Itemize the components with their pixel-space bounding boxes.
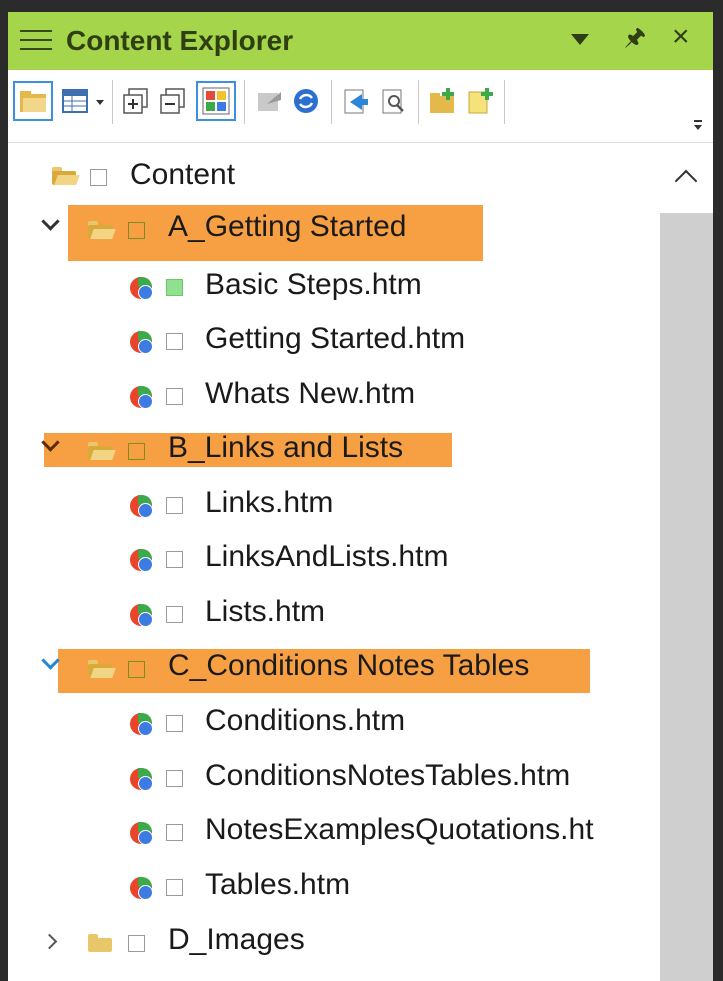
tree-label: NotesExamplesQuotations.ht (205, 813, 594, 846)
topic-file-icon (130, 713, 153, 736)
vertical-scrollbar[interactable] (660, 143, 713, 981)
disabled-arrow-icon[interactable] (255, 86, 285, 116)
find-icon[interactable] (378, 86, 408, 116)
tree-label: Lists.htm (205, 595, 326, 628)
color-grid-icon[interactable] (196, 81, 236, 121)
tree-file[interactable]: Whats New.htm (8, 376, 658, 426)
toolbar-separator (418, 80, 419, 124)
open-folder-icon (88, 221, 116, 239)
checkbox[interactable] (166, 606, 183, 623)
checkbox[interactable] (128, 222, 145, 239)
checkbox[interactable] (166, 279, 183, 296)
tree-file[interactable]: Conditions.htm (8, 703, 658, 753)
tree-file[interactable]: Basic Steps.htm (8, 267, 658, 317)
folder-icon (88, 934, 112, 952)
checkbox[interactable] (128, 661, 145, 678)
toolbar-separator (504, 80, 505, 124)
tree-label: Content (130, 158, 236, 191)
toolbar-overflow-icon[interactable] (693, 120, 703, 132)
topic-file-icon (130, 277, 153, 300)
expand-all-icon[interactable] (121, 86, 151, 116)
checkbox[interactable] (166, 551, 183, 568)
checkbox[interactable] (166, 824, 183, 841)
new-folder-icon[interactable] (13, 81, 53, 121)
checkbox[interactable] (128, 935, 145, 952)
tree-file[interactable]: Lists.htm (8, 594, 658, 644)
chevron-down-icon[interactable] (41, 212, 60, 231)
view-options-caret-icon[interactable] (96, 100, 104, 105)
checkbox[interactable] (166, 715, 183, 732)
tree-file[interactable]: NotesExamplesQuotations.ht (8, 812, 658, 862)
checkbox[interactable] (90, 169, 107, 186)
topic-file-icon (130, 386, 153, 409)
checkbox[interactable] (166, 388, 183, 405)
collapse-all-icon[interactable] (158, 86, 188, 116)
toolbar-separator (244, 80, 245, 124)
close-icon[interactable]: × (672, 22, 690, 52)
tree-label: Links.htm (205, 486, 334, 519)
tree-folder-b[interactable]: B_Links and Lists (8, 430, 658, 480)
tree-folder-c[interactable]: C_Conditions Notes Tables (8, 648, 658, 698)
chevron-right-icon[interactable] (41, 933, 58, 950)
dropdown-icon[interactable] (571, 34, 589, 45)
tree-file[interactable]: Tables.htm (8, 867, 658, 917)
open-folder-icon (88, 660, 116, 678)
refresh-icon[interactable] (291, 86, 321, 116)
toolbar-separator (112, 80, 113, 124)
panel-title-bar[interactable]: Content Explorer 🖈 × (8, 12, 713, 70)
tree-label: Getting Started.htm (205, 322, 466, 355)
checkbox[interactable] (128, 443, 145, 460)
add-file-icon[interactable] (465, 86, 495, 116)
toolbar (8, 70, 713, 143)
tree-label: LinksAndLists.htm (205, 540, 449, 573)
export-icon[interactable] (340, 86, 370, 116)
content-explorer-panel: Content Explorer 🖈 × Content A_Getting S… (8, 12, 713, 981)
tree-file[interactable]: ConditionsNotesTables.htm (8, 758, 658, 808)
open-folder-icon (52, 167, 80, 185)
tree-label: Basic Steps.htm (205, 268, 422, 301)
tree-label: D_Images (168, 923, 305, 956)
tree-file[interactable]: LinksAndLists.htm (8, 539, 658, 589)
tree-label: A_Getting Started (168, 210, 407, 243)
checkbox[interactable] (166, 333, 183, 350)
tree-label: ConditionsNotesTables.htm (205, 759, 571, 792)
tree-folder-a[interactable]: A_Getting Started (8, 209, 658, 259)
pin-icon[interactable]: 🖈 (624, 26, 646, 50)
tree-label: Tables.htm (205, 868, 351, 901)
checkbox[interactable] (166, 879, 183, 896)
topic-file-icon (130, 822, 153, 845)
topic-file-icon (130, 331, 153, 354)
tree-file[interactable]: Getting Started.htm (8, 321, 658, 371)
tree-file[interactable]: Links.htm (8, 485, 658, 535)
tree-label: Whats New.htm (205, 377, 416, 410)
open-folder-icon (88, 442, 116, 460)
topic-file-icon (130, 604, 153, 627)
topic-file-icon (130, 877, 153, 900)
toolbar-separator (331, 80, 332, 124)
panel-title: Content Explorer (66, 25, 294, 56)
topic-file-icon (130, 549, 153, 572)
checkbox[interactable] (166, 770, 183, 787)
view-options-icon[interactable] (60, 86, 90, 116)
content-tree: Content A_Getting Started Basic Steps.ht… (8, 143, 658, 981)
tree-label: C_Conditions Notes Tables (168, 649, 530, 682)
add-folder-icon[interactable] (428, 86, 458, 116)
chevron-down-icon[interactable] (41, 651, 60, 670)
topic-file-icon (130, 495, 153, 518)
tree-label: B_Links and Lists (168, 431, 404, 464)
tree-folder-d[interactable]: D_Images (8, 922, 658, 972)
checkbox[interactable] (166, 497, 183, 514)
hamburger-menu-icon[interactable] (20, 30, 52, 52)
tree-label: Conditions.htm (205, 704, 406, 737)
tree-root-content[interactable]: Content (8, 157, 658, 207)
chevron-down-icon[interactable] (41, 433, 60, 452)
topic-file-icon (130, 768, 153, 791)
